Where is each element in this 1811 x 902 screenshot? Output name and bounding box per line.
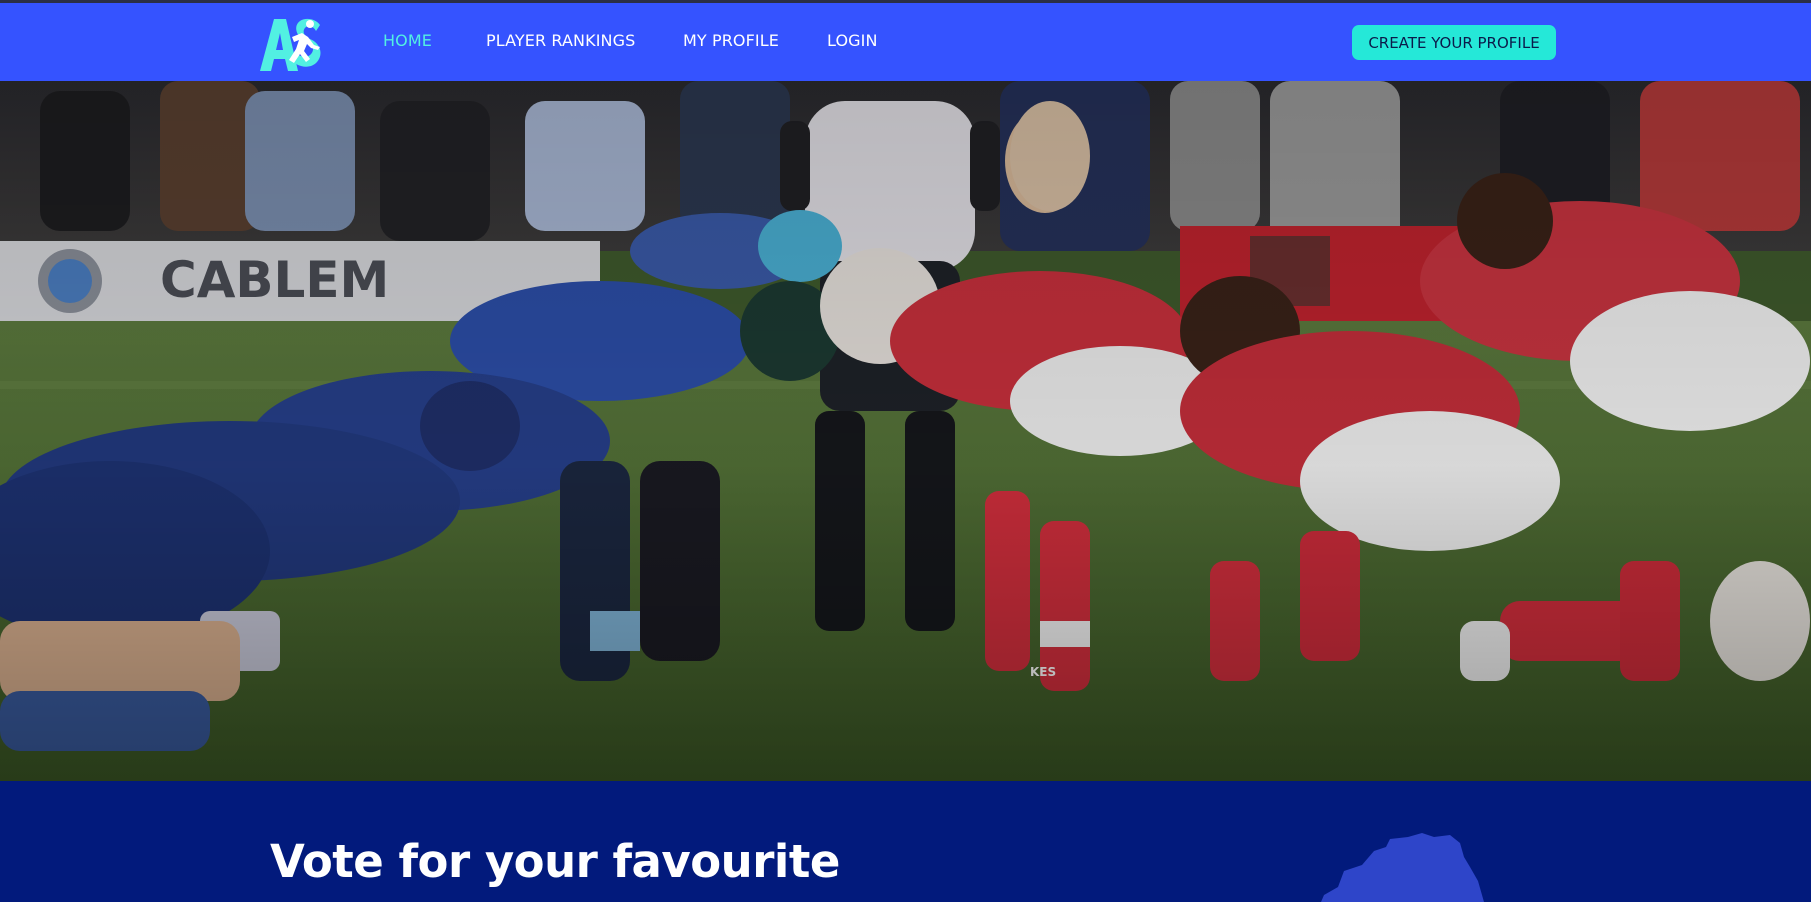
hero-image: CABLEM KES [0, 81, 1811, 781]
vote-section: Vote for your favourite [0, 781, 1811, 902]
vote-heading: Vote for your favourite [270, 835, 840, 888]
navbar: HOME PLAYER RANKINGS MY PROFILE LOGIN CR… [0, 3, 1811, 81]
nav-link-my-profile[interactable]: MY PROFILE [683, 31, 779, 50]
rugby-scrum-illustration: CABLEM KES [0, 81, 1811, 781]
site-logo[interactable] [258, 15, 324, 73]
board-text: CABLEM [160, 251, 389, 309]
map-outline-icon [1321, 833, 1484, 902]
logo-icon [260, 18, 321, 71]
nav-link-login[interactable]: LOGIN [827, 31, 878, 50]
nav-link-player-rankings[interactable]: PLAYER RANKINGS [486, 31, 635, 50]
nav-link-home[interactable]: HOME [383, 31, 432, 50]
sock-text: KES [1030, 665, 1056, 679]
page: HOME PLAYER RANKINGS MY PROFILE LOGIN CR… [0, 0, 1811, 902]
create-profile-button[interactable]: CREATE YOUR PROFILE [1352, 25, 1556, 60]
